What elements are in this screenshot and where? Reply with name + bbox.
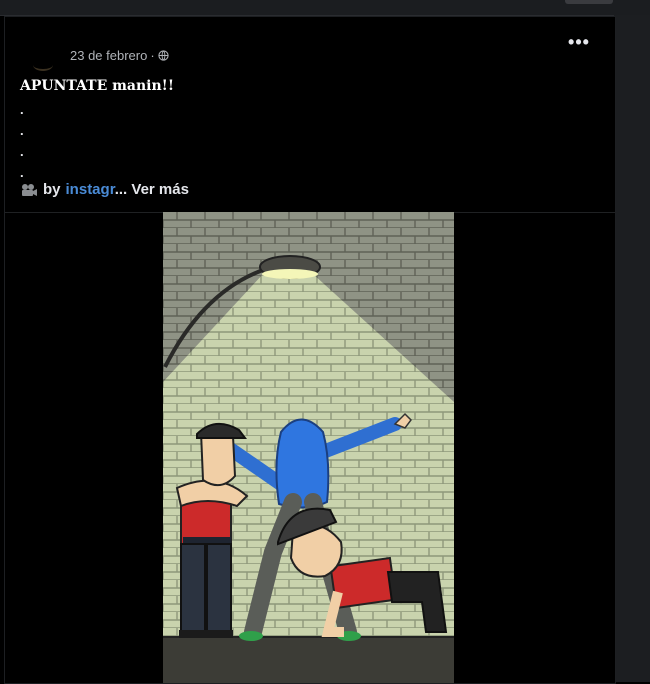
post-dot-line: . xyxy=(20,102,24,117)
ellipsis: ... xyxy=(114,181,128,198)
post-dot-line: . xyxy=(20,144,24,159)
video-camera-icon xyxy=(22,183,37,196)
byline-prefix: by xyxy=(43,181,61,198)
top-bar-tab[interactable] xyxy=(565,0,613,4)
post-image[interactable] xyxy=(163,212,454,683)
see-more-button[interactable]: Ver más xyxy=(131,181,189,198)
cartoon-illustration xyxy=(163,212,454,683)
instagram-link[interactable]: instagr xyxy=(66,181,115,198)
meta-separator: · xyxy=(150,48,155,63)
right-gutter xyxy=(614,15,650,682)
post-card: 23 de febrero · ••• APUNTATE manin!! . .… xyxy=(4,16,616,684)
avatar[interactable] xyxy=(23,35,63,75)
post-meta: 23 de febrero · xyxy=(70,48,169,63)
post-dot-line: . xyxy=(20,123,24,138)
top-bar xyxy=(0,0,650,16)
post-dot-line: . xyxy=(20,165,24,180)
post-title: APUNTATE manin!! xyxy=(20,78,174,94)
globe-icon xyxy=(158,50,169,61)
post-date[interactable]: 23 de febrero xyxy=(70,48,147,63)
more-options-icon[interactable]: ••• xyxy=(567,33,591,53)
post-byline: by instagr... Ver más xyxy=(20,181,189,198)
